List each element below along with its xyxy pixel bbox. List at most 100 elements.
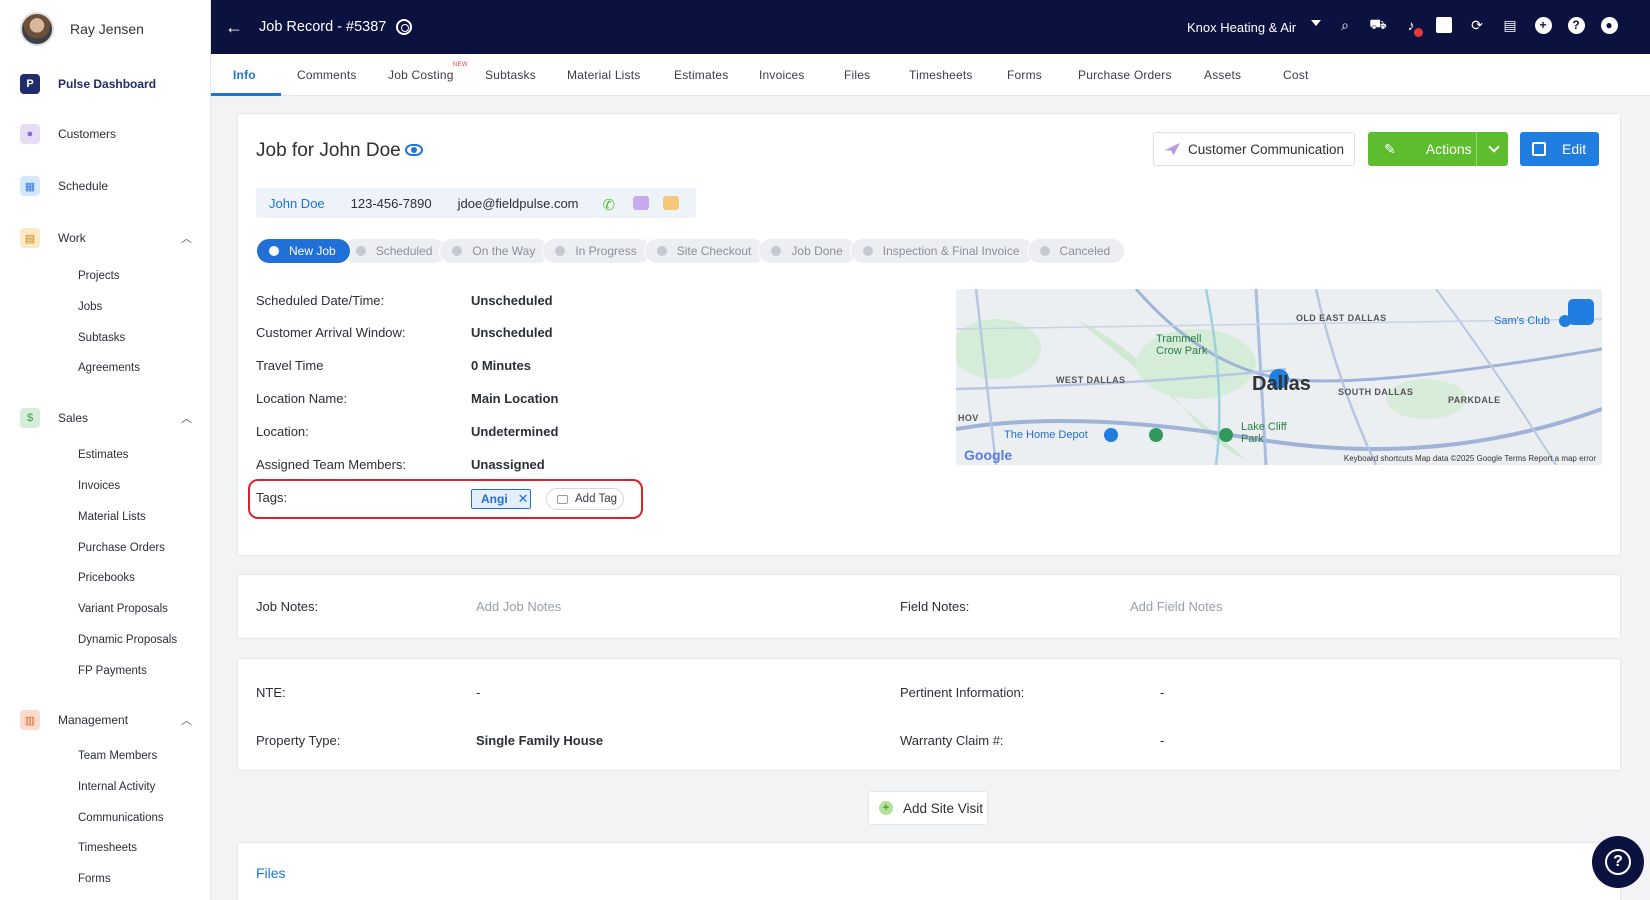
sidebar-item-sales[interactable]: $ Sales ︿ xyxy=(0,405,210,431)
sidebar-sub-dynamic-proposals[interactable]: Dynamic Proposals xyxy=(78,634,177,646)
tab-material-lists[interactable]: Material Lists xyxy=(567,54,641,96)
sidebar-sub-jobs[interactable]: Jobs xyxy=(78,301,102,313)
map-label: WEST DALLAS xyxy=(1056,375,1126,385)
stage-new-job[interactable]: New Job xyxy=(256,238,351,264)
phone-icon[interactable]: ✆ xyxy=(603,196,619,214)
stage-site-checkout[interactable]: Site Checkout xyxy=(643,238,767,264)
sidebar-sub-pricebooks[interactable]: Pricebooks xyxy=(78,572,135,584)
sidebar-sub-timesheets[interactable]: Timesheets xyxy=(78,842,137,854)
chevron-down-icon[interactable] xyxy=(1488,141,1500,153)
chat-icon[interactable] xyxy=(632,196,649,210)
map-footer[interactable]: Keyboard shortcuts Map data ©2025 Google… xyxy=(1344,454,1596,463)
tag-chip[interactable]: Angi ✕ xyxy=(471,489,531,509)
help-icon[interactable]: ? xyxy=(1566,15,1586,35)
job-notes-label: Job Notes: xyxy=(256,599,319,614)
sidebar-item-pulse-dashboard[interactable]: P Pulse Dashboard xyxy=(0,71,210,97)
stage-job-done[interactable]: Job Done xyxy=(758,238,858,264)
route-icon xyxy=(452,246,463,256)
question-icon: ? xyxy=(1605,849,1631,875)
sidebar-sub-variant-proposals[interactable]: Variant Proposals xyxy=(78,603,168,615)
sidebar-item-management[interactable]: ▥ Management ︿ xyxy=(0,707,210,733)
sidebar-sub-subtasks[interactable]: Subtasks xyxy=(78,332,125,344)
help-button[interactable]: ? xyxy=(1592,836,1644,888)
truck-icon[interactable]: ⛟ xyxy=(1368,15,1388,35)
job-notes-input[interactable]: Add Job Notes xyxy=(476,599,561,614)
sidebar-sub-estimates[interactable]: Estimates xyxy=(78,449,129,461)
sync-icon[interactable]: ⟳ xyxy=(1467,15,1487,35)
stage-canceled[interactable]: Canceled xyxy=(1026,238,1126,264)
company-selector[interactable]: Knox Heating & Air xyxy=(1187,20,1296,35)
bell-icon[interactable]: ♪ xyxy=(1401,15,1423,37)
tab-purchase-orders[interactable]: Purchase Orders xyxy=(1078,54,1172,96)
sidebar-item-label: Sales xyxy=(58,411,89,425)
sidebar-item-work[interactable]: ▤ Work ︿ xyxy=(0,225,210,251)
contact-card-icon[interactable] xyxy=(662,196,679,210)
stage-inspection-final-invoice[interactable]: Inspection & Final Invoice xyxy=(849,238,1035,264)
tab-comments[interactable]: Comments xyxy=(297,54,357,96)
sidebar-sub-forms[interactable]: Forms xyxy=(78,873,111,885)
tab-job-costing[interactable]: Job Costing NEW xyxy=(388,54,467,96)
pulse-logo-icon: P xyxy=(20,74,40,94)
chevron-up-icon[interactable]: ︿ xyxy=(181,712,192,728)
chevron-up-icon[interactable]: ︿ xyxy=(181,410,192,426)
tab-assets[interactable]: Assets xyxy=(1204,54,1241,96)
tab-subtasks[interactable]: Subtasks xyxy=(485,54,536,96)
tab-estimates[interactable]: Estimates xyxy=(674,54,728,96)
properties-card: NTE: - Pertinent Information: - Property… xyxy=(237,658,1621,771)
chevron-up-icon[interactable]: ︿ xyxy=(181,230,192,246)
plus-icon[interactable]: + xyxy=(1533,15,1553,35)
sidebar-sub-material-lists[interactable]: Material Lists xyxy=(78,511,146,523)
clipboard-icon xyxy=(656,246,667,256)
tab-timesheets[interactable]: Timesheets xyxy=(909,54,973,96)
sidebar-item-schedule[interactable]: ▦ Schedule xyxy=(0,173,210,199)
add-tag-button[interactable]: Add Tag xyxy=(546,488,624,510)
eye-icon[interactable] xyxy=(405,144,423,156)
done-icon xyxy=(771,246,782,256)
detail-row: Assigned Team Members: Unassigned xyxy=(256,457,545,472)
sidebar-sub-projects[interactable]: Projects xyxy=(78,270,120,282)
contact-name-link[interactable]: John Doe xyxy=(269,196,325,211)
avatar[interactable] xyxy=(20,12,54,46)
contact-email: jdoe@fieldpulse.com xyxy=(457,195,579,211)
map-place: Lake Cliff Park xyxy=(1241,421,1287,445)
user-profile[interactable]: Ray Jensen xyxy=(0,0,210,58)
actions-button[interactable]: ✎ Actions xyxy=(1368,132,1508,166)
tab-info[interactable]: Info xyxy=(233,54,256,96)
caret-down-icon[interactable] xyxy=(1311,20,1321,26)
nte-value: - xyxy=(476,685,481,700)
stage-on-the-way[interactable]: On the Way xyxy=(439,238,551,264)
tab-forms[interactable]: Forms xyxy=(1007,54,1042,96)
stage-scheduled[interactable]: Scheduled xyxy=(342,238,448,264)
note-icon[interactable] xyxy=(1434,15,1454,35)
close-icon[interactable]: ✕ xyxy=(518,491,529,507)
sidebar-sub-invoices[interactable]: Invoices xyxy=(78,480,120,492)
sidebar-sub-communications[interactable]: Communications xyxy=(78,812,164,824)
gear-icon[interactable] xyxy=(396,19,413,35)
sidebar-sub-team-members[interactable]: Team Members xyxy=(78,750,157,762)
tab-invoices[interactable]: Invoices xyxy=(759,54,805,96)
user-name: Ray Jensen xyxy=(70,21,144,37)
search-icon[interactable]: ⌕ xyxy=(1335,15,1355,35)
sidebar-sub-internal-activity[interactable]: Internal Activity xyxy=(78,781,155,793)
file-icon[interactable]: ▤ xyxy=(1500,15,1520,35)
tab-files[interactable]: Files xyxy=(844,54,870,96)
tab-cost[interactable]: Cost xyxy=(1283,54,1308,96)
add-site-visit-button[interactable]: + Add Site Visit xyxy=(868,791,988,825)
field-notes-input[interactable]: Add Field Notes xyxy=(1130,599,1223,614)
customers-icon: ● xyxy=(20,124,40,144)
sidebar-sub-fp-payments[interactable]: FP Payments xyxy=(78,665,147,677)
detail-row: Location Name: Main Location xyxy=(256,391,559,406)
team-icon[interactable] xyxy=(1568,299,1594,325)
account-icon[interactable]: ● xyxy=(1599,15,1619,35)
customer-communication-button[interactable]: Customer Communication xyxy=(1153,132,1355,166)
sidebar-sub-purchase-orders[interactable]: Purchase Orders xyxy=(78,542,165,554)
contact-bar: John Doe 123-456-7890 jdoe@fieldpulse.co… xyxy=(256,188,696,218)
back-arrow-icon[interactable]: ← xyxy=(223,17,245,38)
stage-in-progress[interactable]: In Progress xyxy=(542,238,652,264)
document-dollar-icon: $ xyxy=(20,408,40,428)
job-status-pipeline: New Job Scheduled On the Way In Progress… xyxy=(256,238,1126,264)
sidebar-item-customers[interactable]: ● Customers xyxy=(0,121,210,147)
sidebar-sub-agreements[interactable]: Agreements xyxy=(78,362,140,374)
location-map[interactable]: OLD EAST DALLAS WEST DALLAS SOUTH DALLAS… xyxy=(956,289,1602,465)
edit-button[interactable]: Edit xyxy=(1520,132,1599,166)
